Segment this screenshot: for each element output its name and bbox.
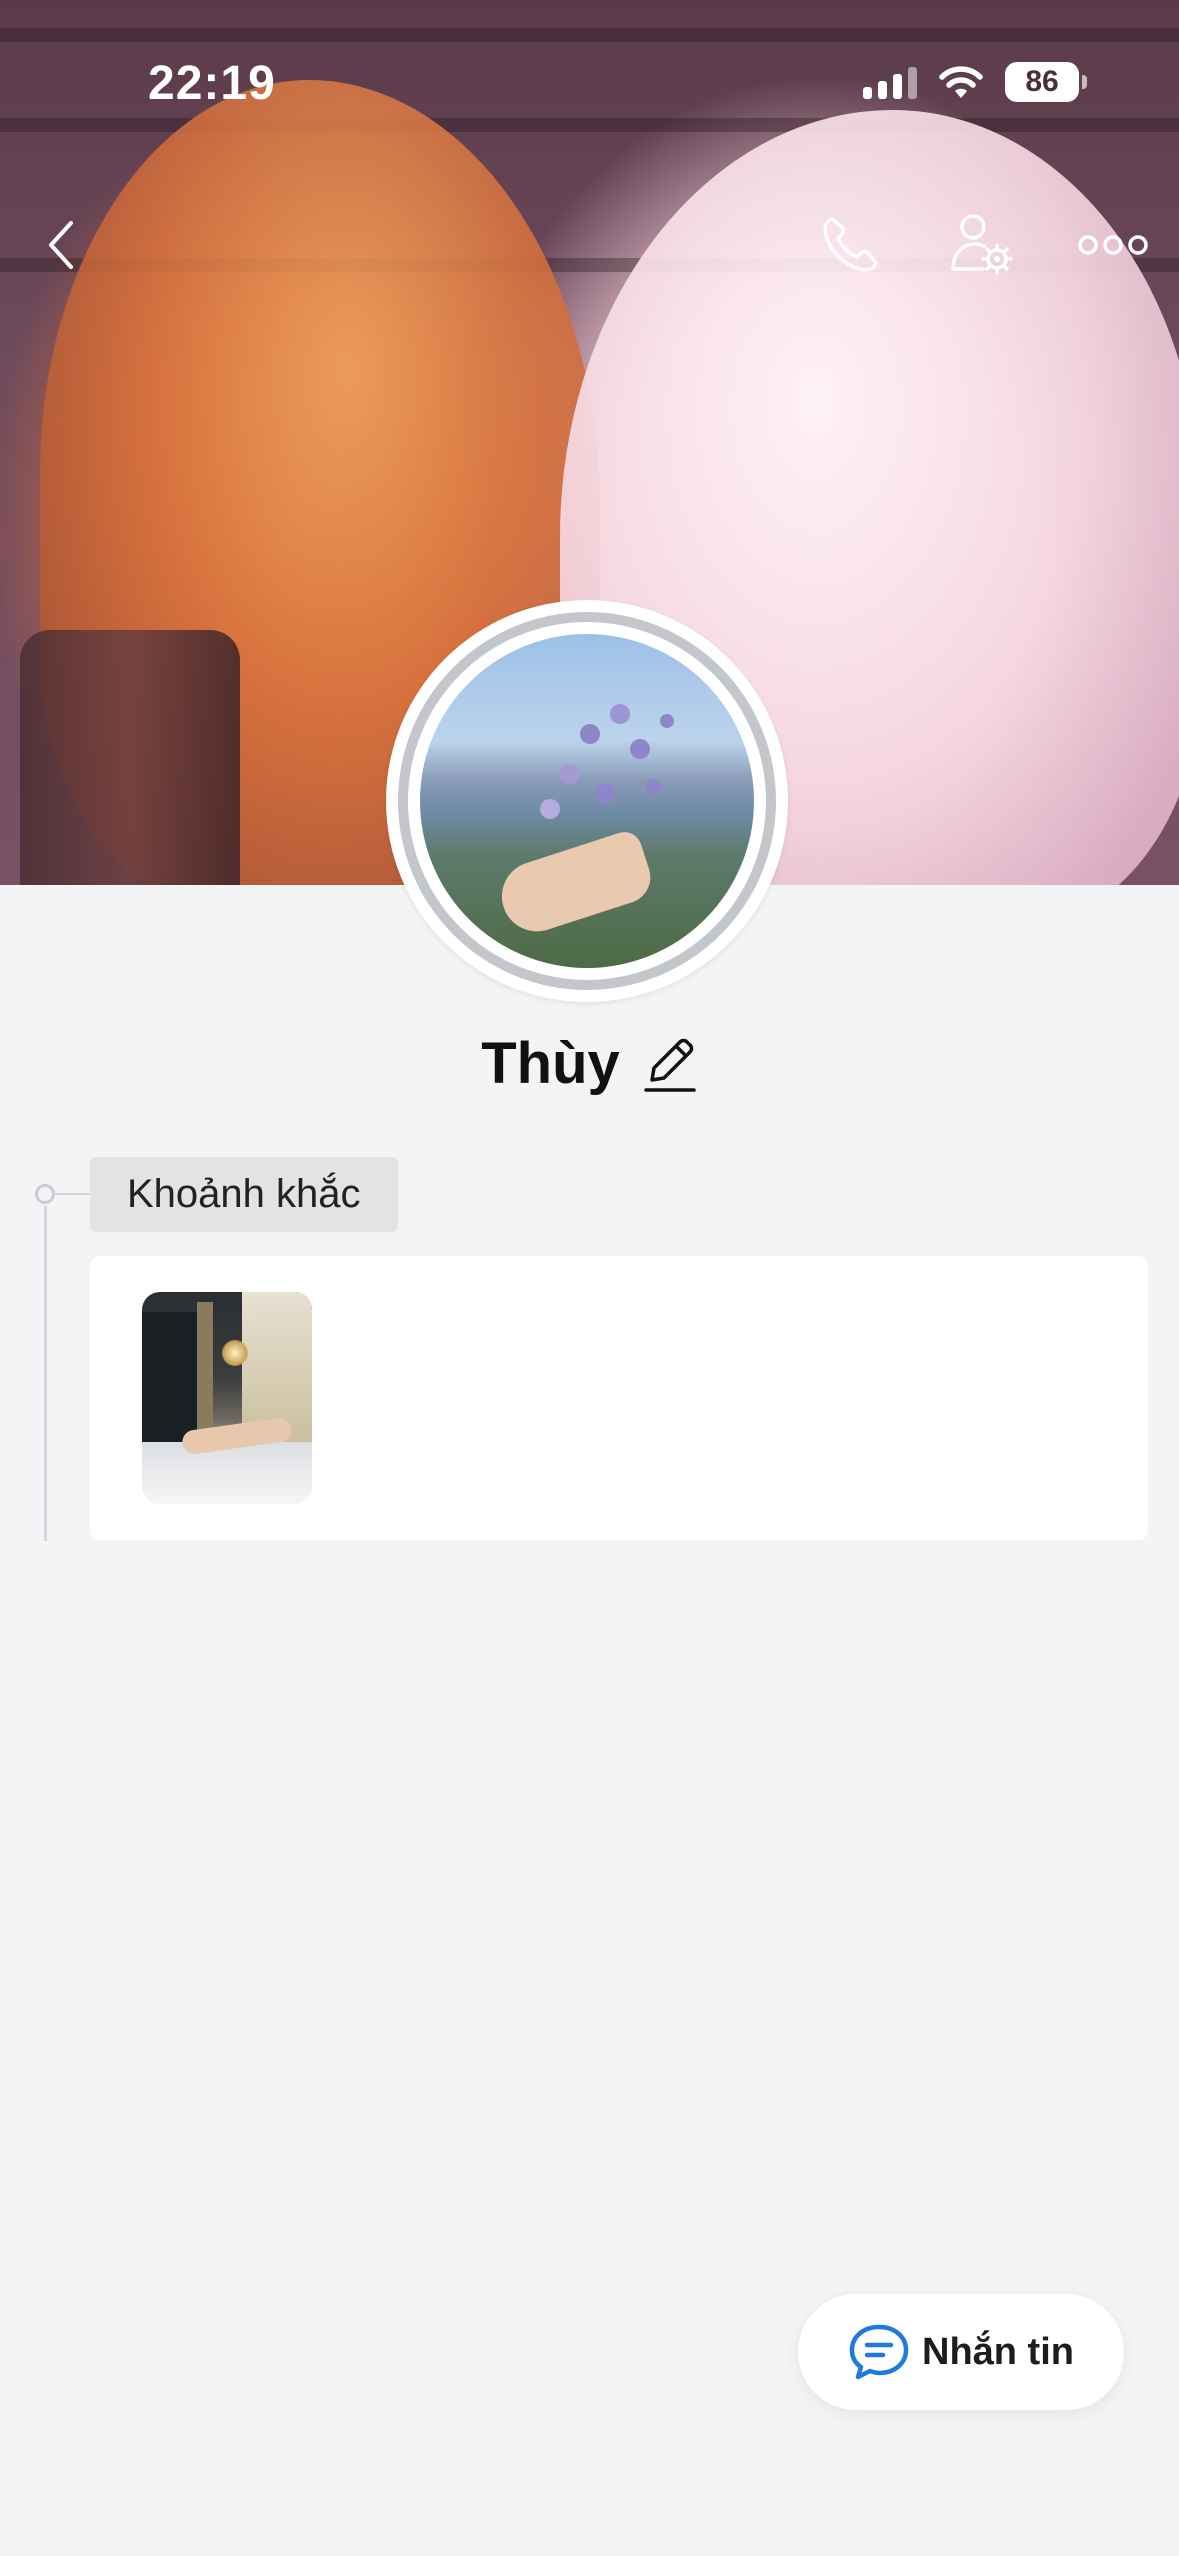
user-settings-button[interactable] <box>937 200 1027 290</box>
message-button-label: Nhắn tin <box>922 2330 1074 2373</box>
battery-level: 86 <box>1025 65 1059 98</box>
timeline-dot <box>35 1184 55 1204</box>
avatar[interactable] <box>386 600 788 1002</box>
phone-icon <box>823 217 878 272</box>
chevron-left-icon <box>49 221 73 269</box>
message-button[interactable]: Nhắn tin <box>798 2294 1124 2410</box>
more-button[interactable] <box>1068 200 1158 290</box>
call-button[interactable] <box>805 200 895 290</box>
wifi-icon <box>937 64 985 100</box>
avatar-photo <box>420 634 754 968</box>
moments-label: Khoảnh khắc <box>90 1157 398 1232</box>
edit-pencil-icon[interactable] <box>642 1034 698 1094</box>
battery-icon: 86 <box>1005 62 1087 102</box>
timeline-connector <box>55 1193 91 1195</box>
status-time: 22:19 <box>148 57 276 110</box>
more-dots-icon <box>1078 235 1148 255</box>
profile-name-row: Thùy <box>0 1030 1179 1097</box>
status-icons: 86 <box>863 62 1087 102</box>
chat-bubble-icon <box>849 2324 909 2380</box>
back-button[interactable] <box>16 200 106 290</box>
timeline-line <box>44 1206 47 1541</box>
cover-chair <box>20 630 240 885</box>
moment-thumbnail[interactable] <box>142 1292 312 1504</box>
user-settings-icon <box>951 214 1013 275</box>
moments-card <box>90 1256 1148 1540</box>
cellular-signal-icon <box>863 65 917 99</box>
moments-label-text: Khoảnh khắc <box>127 1172 361 1216</box>
profile-name: Thùy <box>481 1031 620 1096</box>
